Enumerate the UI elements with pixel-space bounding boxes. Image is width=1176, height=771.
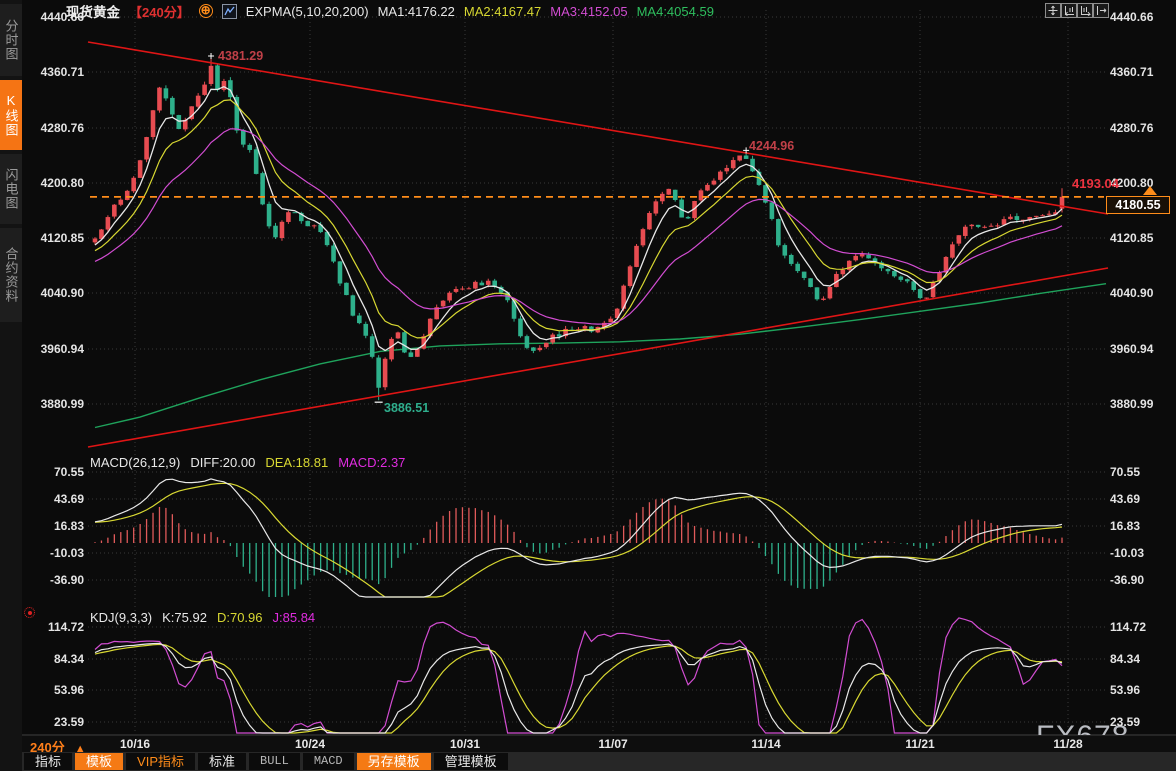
sidebar-item-label: K线图 xyxy=(2,93,21,137)
axis-label-right: 53.96 xyxy=(1110,682,1172,698)
axis-label-right: 4040.90 xyxy=(1110,285,1172,301)
tab-save-template[interactable]: 另存模板 xyxy=(357,753,431,770)
kdj-panel-header: KDJ(9,3,3) K:75.92 D:70.96 J:85.84 xyxy=(90,610,315,625)
trading-app: 分时图 K线图 闪电图 合约资料 现货黄金 【240分】 ⊕ EXPMA(5,1… xyxy=(0,0,1176,771)
axis-label-right: 114.72 xyxy=(1110,619,1172,635)
axis-label-left: 4040.90 xyxy=(26,285,84,301)
indicator-name: EXPMA(5,10,20,200) xyxy=(246,4,369,19)
sidebar-item-timechart[interactable]: 分时图 xyxy=(0,4,22,76)
indicator-chart-icon xyxy=(222,4,237,19)
axis-label-right: 43.69 xyxy=(1110,491,1172,507)
kdj-k-value: K:75.92 xyxy=(162,610,207,625)
tab-templates[interactable]: 模板 xyxy=(75,753,123,770)
axis-label-left: 3960.94 xyxy=(26,341,84,357)
period-tag: 【240分】 xyxy=(129,2,190,21)
scale-left-icon[interactable] xyxy=(1061,3,1077,18)
macd-macd-value: MACD:2.37 xyxy=(338,455,405,470)
sidebar-item-contract-info[interactable]: 合约资料 xyxy=(0,228,22,322)
axis-label-right: 4200.80 xyxy=(1110,175,1172,191)
kdj-j-value: J:85.84 xyxy=(273,610,316,625)
axis-label-left: 43.69 xyxy=(26,491,84,507)
chart-canvas[interactable] xyxy=(0,0,1176,771)
link-icon[interactable]: ⊕ xyxy=(199,4,213,18)
axis-label-right: 84.34 xyxy=(1110,651,1172,667)
axis-label-left: -10.03 xyxy=(26,545,84,561)
date-label: 10/24 xyxy=(287,737,333,751)
tab-macd[interactable]: MACD xyxy=(303,753,354,770)
axis-label-left: 4280.76 xyxy=(26,120,84,136)
sidebar: 分时图 K线图 闪电图 合约资料 xyxy=(0,0,22,771)
sidebar-item-flashchart[interactable]: 闪电图 xyxy=(0,154,22,224)
macd-title: MACD(26,12,9) xyxy=(90,455,180,470)
axis-label-right: 70.55 xyxy=(1110,464,1172,480)
axis-label-left: 4360.71 xyxy=(26,64,84,80)
kdj-d-value: D:70.96 xyxy=(217,610,263,625)
axis-label-left: 114.72 xyxy=(26,619,84,635)
price-up-arrow-icon xyxy=(1143,186,1157,195)
tab-standard[interactable]: 标准 xyxy=(198,753,246,770)
kdj-title: KDJ(9,3,3) xyxy=(90,610,152,625)
annotation-last-high: 4193.04 xyxy=(1072,176,1119,191)
annotation-low: 3886.51 xyxy=(384,401,429,415)
axis-label-left: 4200.80 xyxy=(26,175,84,191)
axis-label-right: 4360.71 xyxy=(1110,64,1172,80)
crosshair-icon[interactable] xyxy=(1045,3,1061,18)
axis-label-right: 4440.66 xyxy=(1110,9,1172,25)
tab-bull[interactable]: BULL xyxy=(249,753,300,770)
annotation-secondary-high: 4244.96 xyxy=(749,139,794,153)
axis-label-right: 23.59 xyxy=(1110,714,1172,730)
axis-label-right: 4120.85 xyxy=(1110,230,1172,246)
tab-indicators[interactable]: 指标 xyxy=(24,753,72,770)
pan-right-icon[interactable] xyxy=(1093,3,1109,18)
tab-vip-indicators[interactable]: VIP指标 xyxy=(126,753,195,770)
ma4-value: MA4:4054.59 xyxy=(637,4,714,19)
macd-dea-value: DEA:18.81 xyxy=(265,455,328,470)
symbol-name: 现货黄金 xyxy=(66,1,120,21)
axis-label-left: 3880.99 xyxy=(26,396,84,412)
axis-label-right: -36.90 xyxy=(1110,572,1172,588)
bottom-toolbar: 指标 模板 VIP指标 标准 BULL MACD 另存模板 管理模板 xyxy=(22,752,1176,771)
date-label: 11/28 xyxy=(1045,737,1091,751)
ma2-value: MA2:4167.47 xyxy=(464,4,541,19)
date-label: 10/16 xyxy=(112,737,158,751)
axis-label-left: 23.59 xyxy=(26,714,84,730)
sidebar-item-kline[interactable]: K线图 xyxy=(0,80,22,150)
date-label: 11/07 xyxy=(590,737,636,751)
axis-label-left: 4120.85 xyxy=(26,230,84,246)
axis-label-right: 4280.76 xyxy=(1110,120,1172,136)
axis-label-left: -36.90 xyxy=(26,572,84,588)
kdj-settings-icon[interactable] xyxy=(24,607,35,618)
axis-label-right: 3880.99 xyxy=(1110,396,1172,412)
date-label: 10/31 xyxy=(442,737,488,751)
axis-label-left: 53.96 xyxy=(26,682,84,698)
date-label: 11/14 xyxy=(743,737,789,751)
tab-manage-templates[interactable]: 管理模板 xyxy=(434,753,508,770)
axis-label-left: 70.55 xyxy=(26,464,84,480)
chart-header: 现货黄金 【240分】 ⊕ EXPMA(5,10,20,200) MA1:417… xyxy=(66,2,714,20)
macd-diff-value: DIFF:20.00 xyxy=(190,455,255,470)
axis-label-right: 3960.94 xyxy=(1110,341,1172,357)
axis-label-left: 16.83 xyxy=(26,518,84,534)
axis-label-right: 16.83 xyxy=(1110,518,1172,534)
date-label: 11/21 xyxy=(897,737,943,751)
axis-label-right: -10.03 xyxy=(1110,545,1172,561)
ma1-value: MA1:4176.22 xyxy=(378,4,455,19)
sidebar-item-label: 闪电图 xyxy=(2,168,21,210)
axis-label-left: 84.34 xyxy=(26,651,84,667)
sidebar-item-label: 合约资料 xyxy=(2,247,21,303)
annotation-peak-high: 4381.29 xyxy=(218,49,263,63)
ma3-value: MA3:4152.05 xyxy=(550,4,627,19)
macd-panel-header: MACD(26,12,9) DIFF:20.00 DEA:18.81 MACD:… xyxy=(90,455,405,470)
sidebar-item-label: 分时图 xyxy=(2,19,21,61)
current-price-box: 4180.55 xyxy=(1106,196,1170,214)
scale-right-icon[interactable] xyxy=(1077,3,1093,18)
